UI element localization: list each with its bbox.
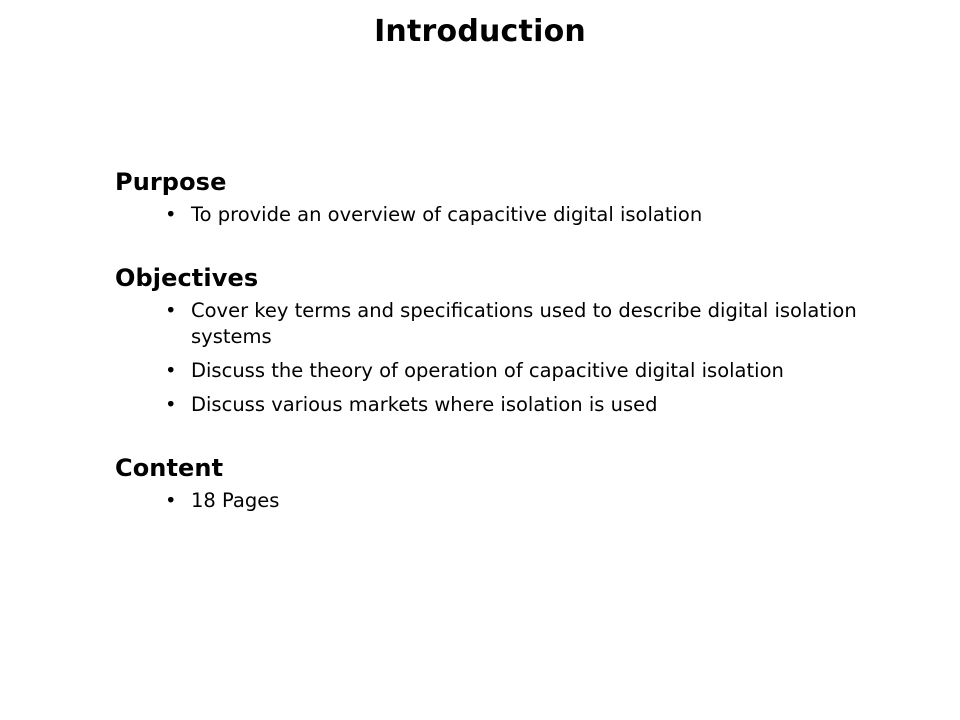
bullet-point-icon: • [165, 489, 177, 512]
section-heading-content: Content [115, 454, 224, 482]
section-objectives: Objectives • Cover key terms and specifi… [115, 264, 875, 418]
section-heading-purpose: Purpose [115, 168, 227, 196]
list-item: • To provide an overview of capacitive d… [115, 202, 875, 228]
presentation-slide: Introduction Purpose • To provide an ove… [0, 0, 960, 720]
section-content: Content • 18 Pages [115, 454, 875, 514]
slide-body: Purpose • To provide an overview of capa… [115, 168, 875, 514]
list-item-text: Discuss the theory of operation of capac… [191, 359, 784, 382]
list-item: • 18 Pages [115, 488, 875, 514]
bullet-list-content: • 18 Pages [115, 488, 875, 514]
list-item-text: Cover key terms and specifications used … [191, 299, 857, 348]
list-item: • Discuss the theory of operation of cap… [115, 358, 875, 384]
bullet-point-icon: • [165, 359, 177, 382]
bullet-point-icon: • [165, 203, 177, 226]
list-item: • Cover key terms and specifications use… [115, 298, 875, 350]
bullet-point-icon: • [165, 393, 177, 416]
list-item-text: 18 Pages [191, 489, 280, 512]
list-item-text: To provide an overview of capacitive dig… [191, 203, 703, 226]
bullet-list-purpose: • To provide an overview of capacitive d… [115, 202, 875, 228]
bullet-point-icon: • [165, 299, 177, 322]
list-item: • Discuss various markets where isolatio… [115, 392, 875, 418]
page-title: Introduction [374, 14, 586, 49]
section-heading-objectives: Objectives [115, 264, 259, 292]
list-item-text: Discuss various markets where isolation … [191, 393, 658, 416]
section-purpose: Purpose • To provide an overview of capa… [115, 168, 875, 228]
bullet-list-objectives: • Cover key terms and specifications use… [115, 298, 875, 418]
